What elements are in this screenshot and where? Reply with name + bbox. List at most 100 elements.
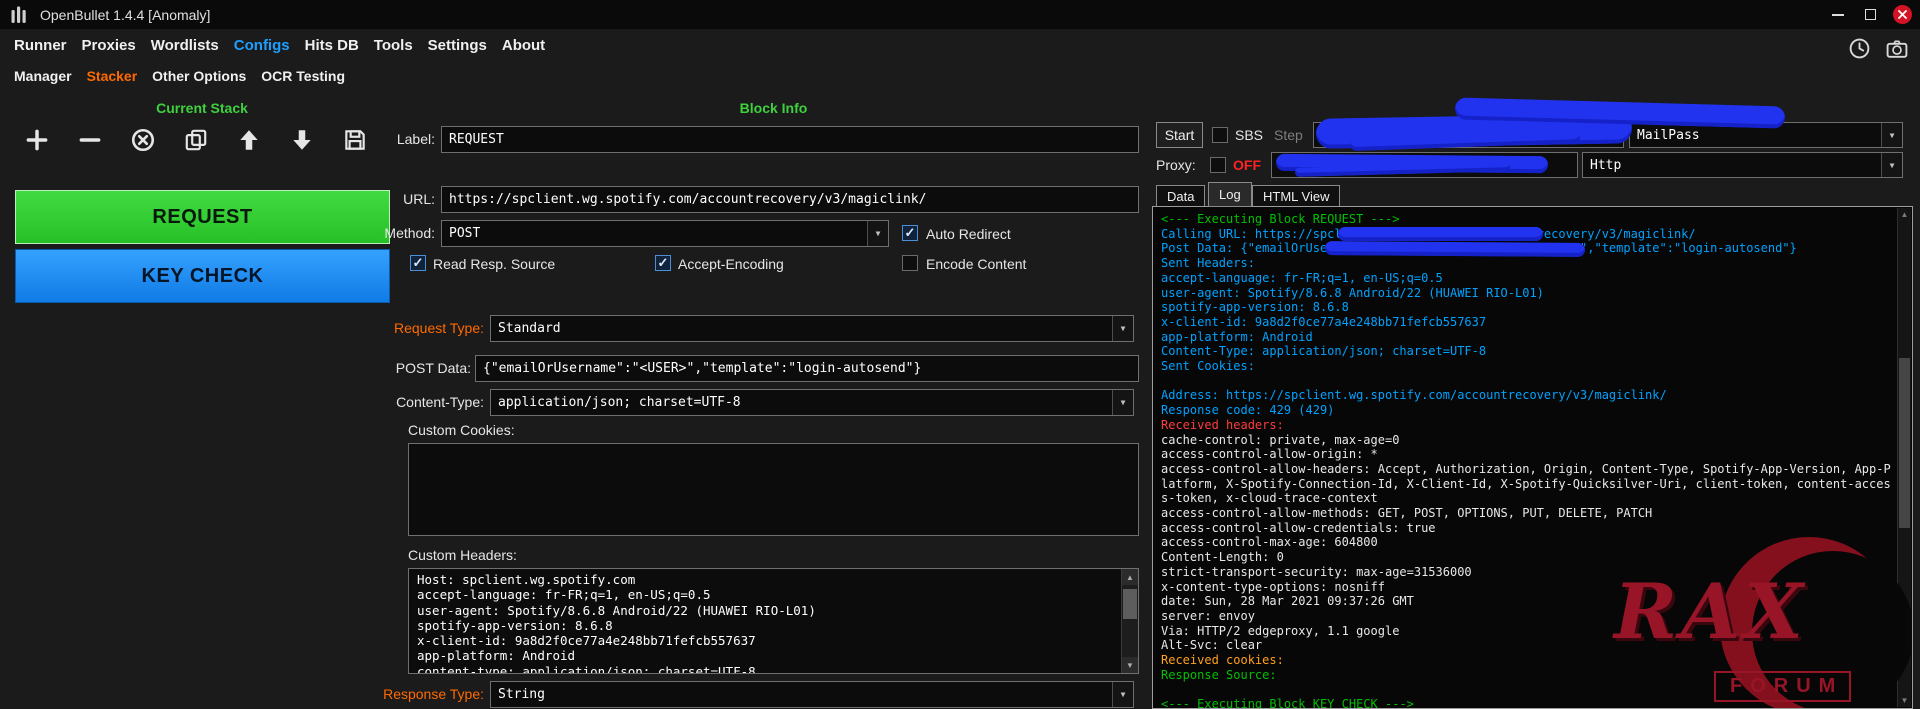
url-field-label: URL:: [300, 191, 435, 207]
menu-item-tools[interactable]: Tools: [374, 37, 413, 54]
response-type-label: Response Type:: [330, 686, 484, 702]
menu-bar: Runner Proxies Wordlists Configs Hits DB Tool…: [0, 29, 1920, 61]
log-line: Response Source:: [1161, 668, 1891, 683]
menu-item-wordlists[interactable]: Wordlists: [151, 37, 219, 54]
log-line: Sent Cookies:: [1161, 359, 1891, 374]
scroll-down-icon[interactable]: ▼: [1898, 694, 1911, 707]
scroll-down-icon[interactable]: ▼: [1122, 657, 1138, 673]
start-button[interactable]: Start: [1156, 122, 1203, 148]
custom-headers-scrollbar[interactable]: ▲ ▼: [1121, 569, 1138, 673]
menu-item-settings[interactable]: Settings: [428, 37, 487, 54]
log-line: [1161, 374, 1891, 389]
sbs-checkbox[interactable]: [1212, 127, 1228, 143]
clock-icon[interactable]: [1844, 33, 1874, 63]
chevron-down-icon: [1112, 682, 1133, 707]
title-bar: OpenBullet 1.4.4 [Anomaly]: [0, 0, 1920, 29]
post-data-input[interactable]: {"emailOrUsername":"<USER>","template":"…: [475, 355, 1139, 382]
log-line: Received headers:: [1161, 418, 1891, 433]
log-line: access-control-allow-methods: GET, POST,…: [1161, 506, 1891, 521]
submenu-item-manager[interactable]: Manager: [14, 68, 72, 84]
accept-encoding-label: Accept-Encoding: [678, 256, 784, 272]
close-button[interactable]: [1890, 4, 1914, 25]
log-line: Sent Headers:: [1161, 256, 1891, 271]
log-line: access-control-allow-credentials: true: [1161, 521, 1891, 536]
block-info-header: Block Info: [408, 100, 1139, 116]
label-input[interactable]: REQUEST: [441, 126, 1139, 153]
menu-item-configs[interactable]: Configs: [234, 37, 290, 54]
tab-data[interactable]: Data: [1156, 185, 1205, 207]
log-line: Content-Type: application/json; charset=…: [1161, 344, 1891, 359]
custom-headers-textarea[interactable]: Host: spclient.wg.spotify.com accept-lan…: [408, 568, 1139, 674]
auto-redirect-checkbox[interactable]: [902, 225, 918, 241]
sbs-label: SBS: [1235, 127, 1263, 143]
label-field-label: Label:: [300, 131, 435, 147]
proxy-type-select[interactable]: Http: [1582, 152, 1903, 178]
content-type-select[interactable]: application/json; charset=UTF-8: [490, 389, 1134, 416]
log-line: user-agent: Spotify/8.6.8 Android/22 (HU…: [1161, 286, 1891, 301]
app-logo-icon: [10, 4, 28, 26]
menu-item-proxies[interactable]: Proxies: [82, 37, 136, 54]
add-block-icon[interactable]: [22, 125, 52, 155]
clone-block-icon[interactable]: [181, 125, 211, 155]
proxy-status: OFF: [1233, 157, 1261, 173]
url-input[interactable]: https://spclient.wg.spotify.com/accountr…: [441, 186, 1139, 213]
scrollbar-thumb[interactable]: [1123, 589, 1137, 619]
camera-icon[interactable]: [1882, 33, 1912, 63]
log-line: Content-Length: 0: [1161, 550, 1891, 565]
submenu-item-ocr-testing[interactable]: OCR Testing: [261, 68, 345, 84]
log-line: Response code: 429 (429): [1161, 403, 1891, 418]
tab-html-view[interactable]: HTML View: [1252, 185, 1340, 207]
submenu-bar: Manager Stacker Other Options OCR Testing: [0, 61, 1920, 91]
encode-content-checkbox[interactable]: [902, 255, 918, 271]
menu-item-runner[interactable]: Runner: [14, 37, 67, 54]
log-line: app-platform: Android: [1161, 330, 1891, 345]
move-up-icon[interactable]: [234, 125, 264, 155]
submenu-item-other-options[interactable]: Other Options: [152, 68, 246, 84]
log-line: access-control-allow-origin: *: [1161, 447, 1891, 462]
log-line: strict-transport-security: max-age=31536…: [1161, 565, 1891, 580]
submenu-item-stacker[interactable]: Stacker: [87, 68, 138, 84]
response-type-select[interactable]: String: [490, 681, 1134, 708]
chevron-down-icon: [1112, 316, 1133, 341]
request-type-select[interactable]: Standard: [490, 315, 1134, 342]
method-select[interactable]: POST: [441, 220, 889, 247]
log-line: accept-language: fr-FR;q=1, en-US;q=0.5: [1161, 271, 1891, 286]
log-line: spotify-app-version: 8.6.8: [1161, 300, 1891, 315]
post-data-label: POST Data:: [330, 360, 471, 376]
read-resp-source-checkbox[interactable]: [410, 255, 426, 271]
step-button[interactable]: Step: [1274, 127, 1303, 143]
debugger-log: <--- Executing Block REQUEST --->Calling…: [1161, 212, 1891, 709]
custom-cookies-textarea[interactable]: [408, 443, 1139, 536]
scrollbar-thumb[interactable]: [1899, 358, 1910, 528]
menu-item-about[interactable]: About: [502, 37, 545, 54]
menu-items: Runner Proxies Wordlists Configs Hits DB Tool…: [14, 37, 545, 54]
stack-block-keycheck[interactable]: KEY CHECK: [15, 249, 390, 303]
method-field-label: Method:: [300, 225, 435, 241]
log-line: Address: https://spclient.wg.spotify.com…: [1161, 388, 1891, 403]
menu-item-hits-db[interactable]: Hits DB: [305, 37, 359, 54]
submenu-items: Manager Stacker Other Options OCR Testing: [14, 68, 345, 84]
request-type-label: Request Type:: [330, 320, 484, 336]
close-icon: [1893, 5, 1912, 24]
log-line: <--- Executing Block KEY CHECK --->: [1161, 697, 1891, 709]
remove-block-icon[interactable]: [75, 125, 105, 155]
scroll-up-icon[interactable]: ▲: [1898, 208, 1911, 221]
log-line: cache-control: private, max-age=0: [1161, 433, 1891, 448]
log-line: Alt-Svc: clear: [1161, 638, 1891, 653]
maximize-button[interactable]: [1858, 4, 1882, 25]
log-line: Received cookies:: [1161, 653, 1891, 668]
tab-log[interactable]: Log: [1208, 182, 1252, 207]
scroll-up-icon[interactable]: ▲: [1122, 569, 1138, 585]
custom-headers-label: Custom Headers:: [408, 547, 517, 563]
stack-list: REQUESTKEY CHECK: [15, 190, 390, 308]
redaction-scribble: [1338, 227, 1543, 241]
proxy-checkbox[interactable]: [1210, 157, 1226, 173]
disable-block-icon[interactable]: [128, 125, 158, 155]
chevron-down-icon: [1881, 123, 1902, 147]
log-scrollbar[interactable]: ▲ ▼: [1897, 208, 1911, 707]
accept-encoding-checkbox[interactable]: [655, 255, 671, 271]
minimize-button[interactable]: [1826, 4, 1850, 25]
log-line: date: Sun, 28 Mar 2021 09:37:26 GMT: [1161, 594, 1891, 609]
log-line: [1161, 682, 1891, 697]
debugger-log-panel: <--- Executing Block REQUEST --->Calling…: [1152, 206, 1913, 709]
